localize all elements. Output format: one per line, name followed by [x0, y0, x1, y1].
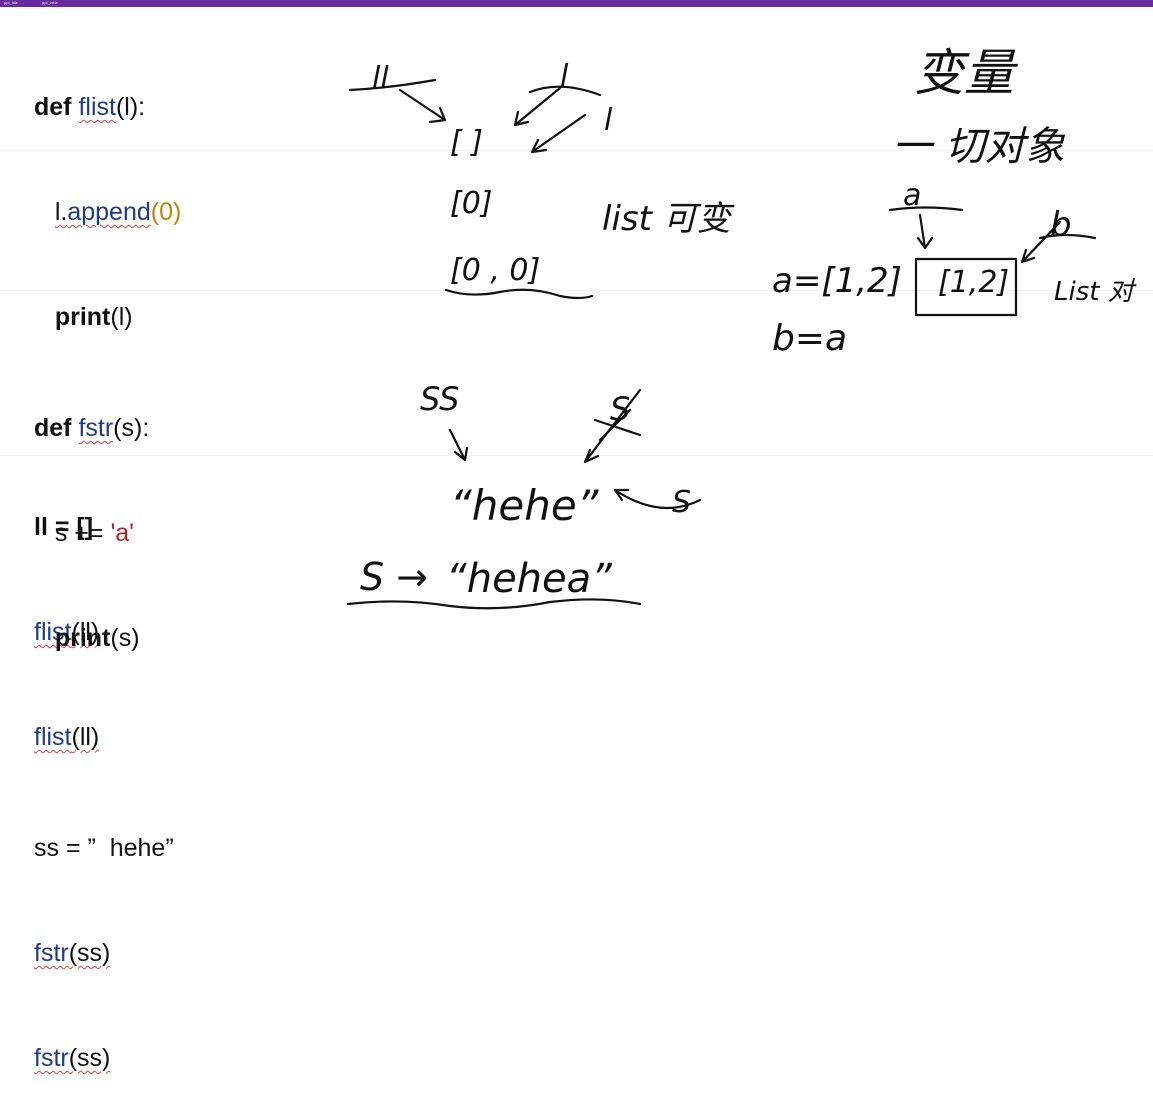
ink-text: [1,2]	[938, 265, 1009, 300]
ink-underline	[444, 288, 594, 300]
function-call: fstr	[34, 1044, 69, 1072]
ink-text: l	[560, 59, 569, 94]
ink-arrow	[398, 88, 447, 124]
ink-stroke	[348, 78, 437, 92]
ink-arrow	[530, 113, 587, 154]
ink-text: 一 切对象	[892, 124, 1066, 170]
ink-text: ll	[372, 61, 389, 96]
ink-text: [0 , 0]	[450, 253, 540, 288]
ink-layer: ll l l [ ] [0] [0 , 0] list 可变 变量 一 切对象 …	[346, 44, 1137, 610]
ink-arrow	[448, 428, 469, 462]
ink-text: S →	[360, 555, 428, 599]
code-line: ss = ” hehe”	[34, 831, 174, 866]
args: (ss)	[68, 939, 111, 967]
ink-text: b	[1050, 205, 1072, 245]
ink-text: S	[672, 485, 691, 520]
ink-text: list 可变	[602, 199, 735, 239]
ink-text: S	[610, 390, 630, 428]
ink-text: SS	[420, 380, 459, 418]
ink-text: b=a	[772, 318, 847, 359]
ink-text: [0]	[450, 186, 493, 221]
ink-text: [ ]	[450, 125, 483, 160]
ink-arrow	[916, 213, 934, 250]
code-line: fstr(ss)	[34, 936, 174, 971]
ink-text: “hehe”	[450, 481, 600, 530]
ink-stroke	[888, 206, 964, 212]
ink-text: “hehea”	[446, 556, 612, 602]
ink-text: 变量	[914, 44, 1018, 102]
function-call: fstr	[34, 939, 69, 967]
args: (ss)	[68, 1044, 111, 1072]
assignment: ss = ” hehe”	[34, 834, 174, 862]
code-line: fstr(ss)	[34, 1041, 174, 1076]
ink-text: l	[604, 103, 613, 138]
ink-text: a=[1,2]	[772, 261, 902, 301]
ink-arrow	[513, 86, 562, 127]
ink-text: List 对	[1054, 277, 1137, 307]
